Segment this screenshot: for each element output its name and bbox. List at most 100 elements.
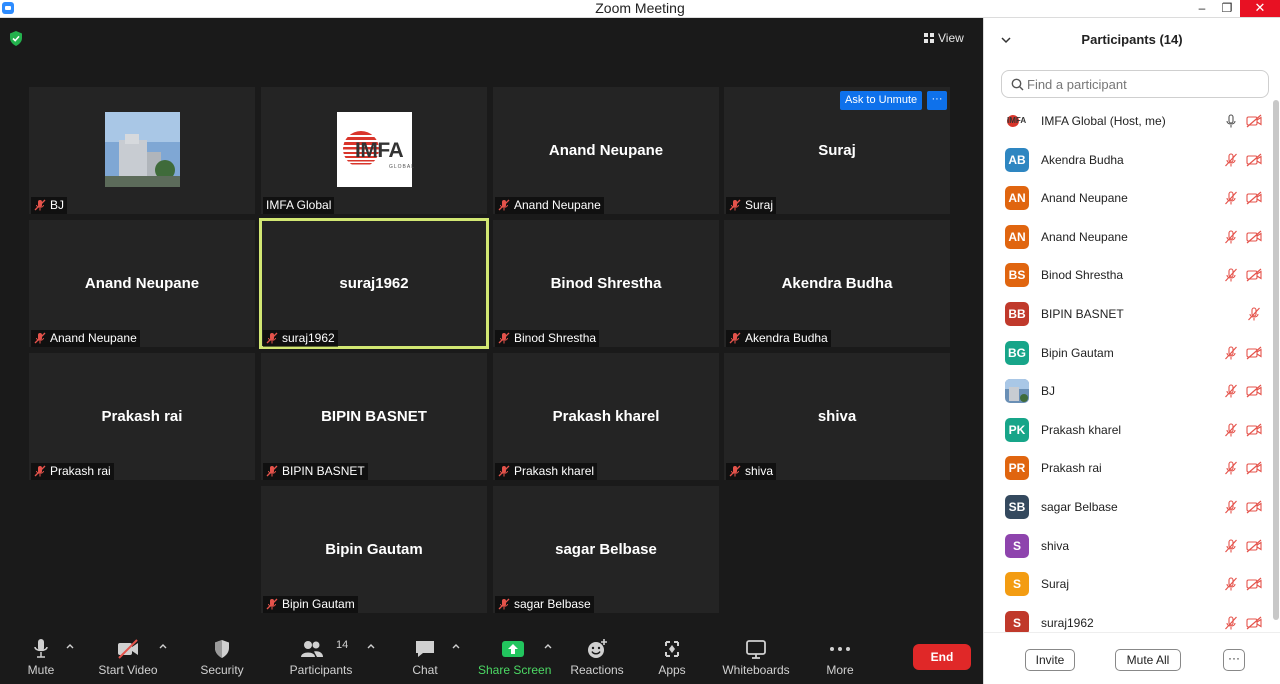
invite-button[interactable]: Invite [1025,649,1075,671]
avatar: PK [1005,417,1029,442]
video-tile[interactable]: Akendra Budha Akendra Budha [724,220,950,347]
participant-row[interactable]: PR Prakash rai [984,449,1274,487]
video-tile[interactable]: Bipin Gautam Bipin Gautam [261,486,487,613]
muted-microphone-icon[interactable] [1224,191,1238,205]
video-tile[interactable]: BIPIN BASNET BIPIN BASNET [261,353,487,480]
zoom-window: Zoom Meeting – ❐ ✕ View BJ IMFA GLOBAL IMFA… [0,0,1280,684]
participant-name-text: BIPIN BASNET [282,464,365,478]
participant-row[interactable]: Sshiva [984,527,1274,565]
video-off-icon[interactable] [1246,191,1262,205]
participant-row[interactable]: PK Prakash kharel [984,411,1274,449]
video-off-icon[interactable] [1246,616,1262,630]
participant-row[interactable]: AB Akendra Budha [984,141,1274,179]
muted-microphone-icon[interactable] [1247,307,1261,321]
end-meeting-button[interactable]: End [913,644,971,670]
muted-microphone-icon[interactable] [1224,539,1238,553]
participants-button[interactable]: 14 Participants [288,632,354,684]
tile-more-button[interactable]: ··· [927,91,947,110]
participant-row[interactable]: BB BIPIN BASNET [984,295,1274,333]
participant-photo [105,112,180,187]
participant-name: Prakash kharel [1041,422,1122,437]
video-off-icon[interactable] [1246,153,1262,167]
participants-panel-title: Participants (14) [1081,32,1183,47]
muted-microphone-icon [498,465,510,477]
whiteboards-button[interactable]: Whiteboards [722,632,790,684]
maximize-button[interactable]: ❐ [1212,0,1242,17]
muted-microphone-icon[interactable] [1224,423,1238,437]
start-video-button[interactable]: Start Video [96,632,160,684]
more-button[interactable]: More [818,632,862,684]
video-tile[interactable]: Anand Neupane Anand Neupane [493,87,719,214]
encryption-shield-icon[interactable] [9,31,23,46]
avatar: S [1005,533,1029,558]
participant-name-label: suraj1962 [263,330,338,347]
participant-row[interactable]: SB sagar Belbase [984,488,1274,526]
muted-microphone-icon [266,332,278,344]
participant-display-name: Suraj [818,142,856,159]
video-options-chevron-icon[interactable] [158,642,168,650]
video-off-icon[interactable] [1246,384,1262,398]
muted-microphone-icon[interactable] [1224,616,1238,630]
muted-microphone-icon[interactable] [1224,153,1238,167]
video-tile[interactable]: IMFA GLOBAL IMFA Global [261,87,487,214]
video-tile[interactable]: Prakash kharel Prakash kharel [493,353,719,480]
video-off-icon[interactable] [1246,423,1262,437]
participant-row[interactable]: S Suraj [984,565,1274,603]
muted-microphone-icon[interactable] [1224,230,1238,244]
panel-more-button[interactable]: ··· [1223,649,1245,671]
video-off-icon[interactable] [1246,268,1262,282]
security-button[interactable]: Security [196,632,248,684]
participant-list-scrollbar[interactable] [1273,100,1279,620]
participant-name: Binod Shrestha [1041,268,1124,283]
video-off-icon[interactable] [1246,500,1262,514]
video-tile[interactable]: sagar Belbase sagar Belbase [493,486,719,613]
video-tile[interactable]: Prakash rai Prakash rai [29,353,255,480]
avatar-initials: PR [1008,461,1026,476]
video-off-icon[interactable] [1246,230,1262,244]
view-button[interactable]: View [924,30,964,46]
ask-to-unmute-button[interactable]: Ask to Unmute [840,91,923,110]
video-tile[interactable]: shiva shiva [724,353,950,480]
muted-microphone-icon[interactable] [1224,346,1238,360]
participant-name: shiva [1041,538,1070,553]
participant-row[interactable]: AN Anand Neupane [984,218,1274,256]
mute-options-chevron-icon[interactable] [65,642,75,650]
participant-row[interactable]: BS Binod Shrestha [984,256,1274,294]
grid-view-icon [924,33,934,43]
video-off-icon[interactable] [1246,346,1262,360]
muted-microphone-icon[interactable] [1224,500,1238,514]
avatar: AN [1005,224,1029,249]
apps-button[interactable]: Apps [650,632,694,684]
chat-label: Chat [412,663,438,677]
participant-search-input[interactable] [1027,75,1257,93]
video-tile[interactable]: Anand Neupane Anand Neupane [29,220,255,347]
video-off-icon[interactable] [1246,461,1262,475]
video-tile[interactable]: Binod Shrestha Binod Shrestha [493,220,719,347]
muted-microphone-icon[interactable] [1224,461,1238,475]
video-tile[interactable]: suraj1962 suraj1962 [259,218,489,349]
video-off-icon[interactable] [1246,539,1262,553]
close-button[interactable]: ✕ [1240,0,1280,17]
muted-microphone-icon[interactable] [1224,268,1238,282]
mute-all-button[interactable]: Mute All [1115,649,1181,671]
muted-microphone-icon[interactable] [1224,384,1238,398]
chat-button[interactable]: Chat [400,632,450,684]
video-off-icon[interactable] [1246,577,1262,591]
share-screen-button[interactable]: Share Screen [478,632,551,684]
participant-row[interactable]: Ssuraj1962 [984,604,1274,632]
participant-search[interactable] [1001,70,1269,98]
participant-row[interactable]: BG Bipin Gautam [984,334,1274,372]
chat-options-chevron-icon[interactable] [451,642,461,650]
share-options-chevron-icon[interactable] [543,642,553,650]
microphone-icon[interactable] [1224,114,1238,128]
muted-microphone-icon[interactable] [1224,577,1238,591]
avatar-initials: S [1012,615,1021,630]
participants-options-chevron-icon[interactable] [366,642,376,650]
video-tile[interactable]: BJ [29,87,255,214]
mute-button[interactable]: Mute [15,632,67,684]
video-off-icon[interactable] [1246,114,1262,128]
participant-row[interactable]: AN Anand Neupane [984,179,1274,217]
participant-row[interactable]: BJ [984,372,1274,410]
reactions-button[interactable]: Reactions [568,632,626,684]
participant-row[interactable]: IMFA IMFA Global (Host, me) [984,102,1274,140]
